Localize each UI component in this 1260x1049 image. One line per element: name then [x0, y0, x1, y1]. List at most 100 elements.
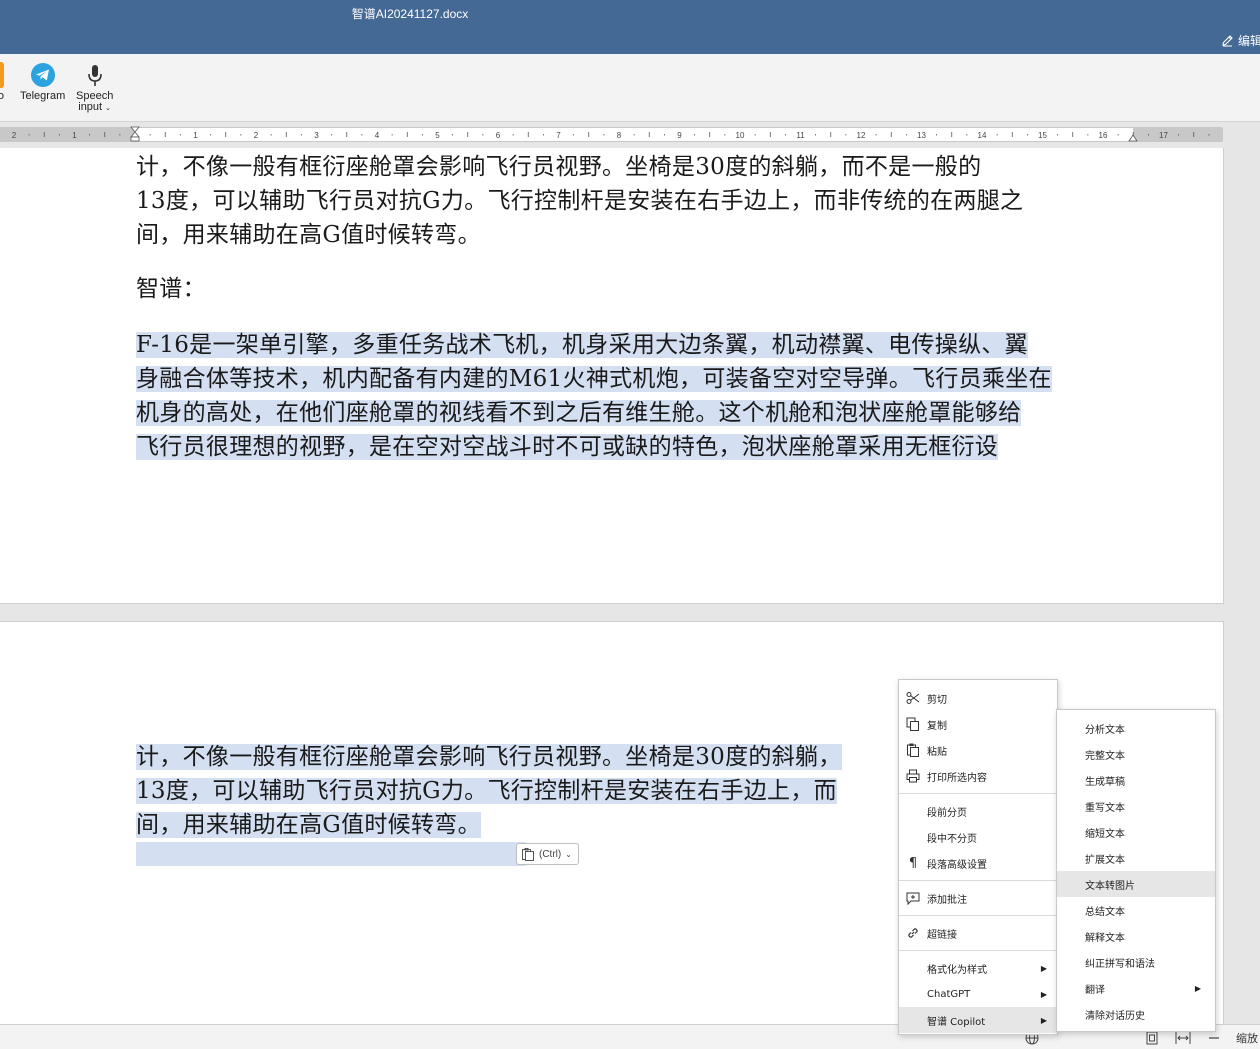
paragraph-heading: 智谱：: [136, 272, 206, 306]
submenu-item-label: 缩短文本: [1085, 828, 1125, 840]
submenu-item-translate[interactable]: 翻译 ▶: [1057, 975, 1215, 1001]
ruler-number: 3: [314, 131, 319, 140]
menu-item-copy[interactable]: 复制: [899, 711, 1057, 737]
submenu-item-summarize-text[interactable]: 总结文本: [1057, 897, 1215, 923]
plugin-button-telegram[interactable]: Telegram: [20, 62, 65, 102]
menu-item-label: 打印所选内容: [927, 772, 987, 784]
microphone-icon: [87, 65, 102, 86]
copy-icon: [906, 717, 919, 731]
plugin-orange-icon: [0, 62, 4, 88]
zoom-label[interactable]: 缩放: [1236, 1030, 1258, 1046]
submenu-item-analyze-text[interactable]: 分析文本: [1057, 715, 1215, 741]
text-line: 智谱：: [136, 276, 206, 302]
menu-item-hyperlink[interactable]: 超链接: [899, 920, 1057, 946]
submenu-item-label: 分析文本: [1085, 724, 1125, 736]
submenu-item-complete-text[interactable]: 完整文本: [1057, 741, 1215, 767]
submenu-item-label: 完整文本: [1085, 750, 1125, 762]
submenu-item-label: 生成草稿: [1085, 776, 1125, 788]
menu-item-label: 剪切: [927, 694, 947, 706]
edit-mode-button[interactable]: 编辑: [1221, 32, 1260, 49]
first-line-indent-marker[interactable]: [130, 126, 140, 142]
ruler-number: 7: [556, 131, 561, 140]
plugin-label: Telegram: [20, 90, 66, 102]
menu-item-label: 超链接: [927, 929, 957, 941]
ruler-number: 8: [617, 131, 622, 140]
menu-item-zhipu-copilot[interactable]: 智谱 Copilot ▶: [899, 1007, 1057, 1033]
selected-paragraph: F-16是一架单引擎，多重任务战术飞机，机身采用大边条翼，机动襟翼、电传操纵、翼…: [136, 328, 1052, 464]
text-line: 间，用来辅助在高G值时候转弯。: [136, 222, 481, 248]
menu-item-paste[interactable]: 粘贴: [899, 737, 1057, 763]
fit-page-icon[interactable]: [1145, 1031, 1159, 1045]
ruler-number: 6: [496, 131, 501, 140]
menu-item-label: 段落高级设置: [927, 859, 987, 871]
menu-item-label: 格式化为样式: [927, 964, 987, 976]
ruler-number: 2: [12, 131, 17, 140]
ruler-number: 17: [1159, 131, 1168, 140]
menu-item-print-selection[interactable]: 打印所选内容: [899, 763, 1057, 789]
selected-text-line: 身融合体等技术，机内配备有内建的M61火神式机炮，可装备空对空导弹。飞行员乘坐在: [136, 366, 1052, 392]
fit-width-icon[interactable]: [1175, 1031, 1191, 1045]
selected-text-line: F-16是一架单引擎，多重任务战术飞机，机身采用大边条翼，机动襟翼、电传操纵、翼: [136, 332, 1028, 358]
plugin-button-io[interactable]: io: [0, 62, 4, 102]
submenu-item-label: 扩展文本: [1085, 854, 1125, 866]
submenu-item-rewrite-text[interactable]: 重写文本: [1057, 793, 1215, 819]
menu-item-paragraph-settings[interactable]: ¶ 段落高级设置: [899, 850, 1057, 876]
menu-item-label: 添加批注: [927, 894, 967, 906]
menu-item-label: 智谱 Copilot: [927, 1016, 986, 1028]
printer-icon: [906, 769, 920, 783]
paragraph-body: 计，不像一般有框衍座舱罩会影响飞行员视野。坐椅是30度的斜躺，而不是一般的 13…: [136, 150, 1023, 252]
telegram-icon: [30, 63, 55, 87]
submenu-item-label: 清除对话历史: [1085, 1010, 1145, 1022]
chevron-down-icon: ⌄: [105, 105, 112, 112]
document-page-1[interactable]: 计，不像一般有框衍座舱罩会影响飞行员视野。坐椅是30度的斜躺，而不是一般的 13…: [0, 148, 1224, 604]
selected-text-line: 机身的高处，在他们座舱罩的视线看不到之后有维生舱。这个机舱和泡状座舱罩能够给: [136, 400, 1022, 426]
submenu-item-fix-spelling-grammar[interactable]: 纠正拼写和语法: [1057, 949, 1215, 975]
horizontal-ruler[interactable]: 2 1 1 2 3 4 5 6 7 8 9 10 11 12 13 14 15 16 17: [0, 126, 1223, 142]
menu-item-label: 粘贴: [927, 746, 947, 758]
submenu-item-shorten-text[interactable]: 缩短文本: [1057, 819, 1215, 845]
pilcrow-icon: ¶: [908, 855, 918, 871]
ruler-number: 12: [857, 131, 866, 140]
ruler-number: 13: [917, 131, 926, 140]
context-menu: 剪切 复制 粘贴 打印所选内容 段前分页 段中不分页 ¶ 段落高级设置 添加批注…: [898, 679, 1058, 1035]
paste-icon: [522, 848, 534, 861]
submenu-item-label: 解释文本: [1085, 932, 1125, 944]
submenu-item-generate-draft[interactable]: 生成草稿: [1057, 767, 1215, 793]
ruler-number: 15: [1038, 131, 1047, 140]
pencil-icon: [1222, 35, 1233, 47]
submenu-item-label: 总结文本: [1085, 906, 1125, 918]
menu-item-add-comment[interactable]: 添加批注: [899, 885, 1057, 911]
menu-item-format-as-style[interactable]: 格式化为样式 ▶: [899, 955, 1057, 981]
ribbon-toolbar: io Telegram Speech input ⌄: [0, 54, 1260, 122]
submenu-item-expand-text[interactable]: 扩展文本: [1057, 845, 1215, 871]
menu-item-label: 段前分页: [927, 807, 967, 819]
edit-mode-label: 编辑: [1237, 34, 1260, 48]
ruler-number: 1: [72, 131, 77, 140]
menu-item-keep-lines-together[interactable]: 段中不分页: [899, 824, 1057, 850]
text-line: 计，不像一般有框衍座舱罩会影响飞行员视野。坐椅是30度的斜躺，而不是一般的: [136, 154, 982, 180]
zoom-out-icon[interactable]: [1208, 1031, 1220, 1045]
paste-options-button[interactable]: (Ctrl) ⌄: [516, 843, 579, 865]
menu-item-cut[interactable]: 剪切: [899, 685, 1057, 711]
menu-item-chatgpt[interactable]: ChatGPT ▶: [899, 981, 1057, 1007]
submenu-item-clear-history[interactable]: 清除对话历史: [1057, 1001, 1215, 1027]
ruler-number: 5: [435, 131, 440, 140]
ruler-number: 2: [254, 131, 259, 140]
submenu-item-text-to-image[interactable]: 文本转图片: [1057, 871, 1215, 897]
menu-separator: [899, 880, 1057, 881]
submenu-item-label: 纠正拼写和语法: [1085, 958, 1155, 970]
link-icon: [908, 928, 918, 938]
menu-item-label: 段中不分页: [927, 833, 977, 845]
submenu-item-label: 重写文本: [1085, 802, 1125, 814]
chevron-right-icon: ▶: [1194, 983, 1201, 993]
copilot-submenu: 分析文本 完整文本 生成草稿 重写文本 缩短文本 扩展文本 文本转图片 总结文本…: [1056, 709, 1216, 1032]
submenu-item-explain-text[interactable]: 解释文本: [1057, 923, 1215, 949]
speech-input-button[interactable]: Speech input ⌄: [76, 62, 113, 114]
ruler-number: 9: [677, 131, 682, 140]
ruler-number: 11: [796, 131, 805, 140]
selected-text-line: 间，用来辅助在高G值时候转弯。: [136, 812, 481, 838]
right-indent-marker[interactable]: [1128, 132, 1138, 142]
paste-icon: [907, 743, 919, 757]
menu-item-page-break-before[interactable]: 段前分页: [899, 798, 1057, 824]
selection-tail: [136, 842, 526, 866]
